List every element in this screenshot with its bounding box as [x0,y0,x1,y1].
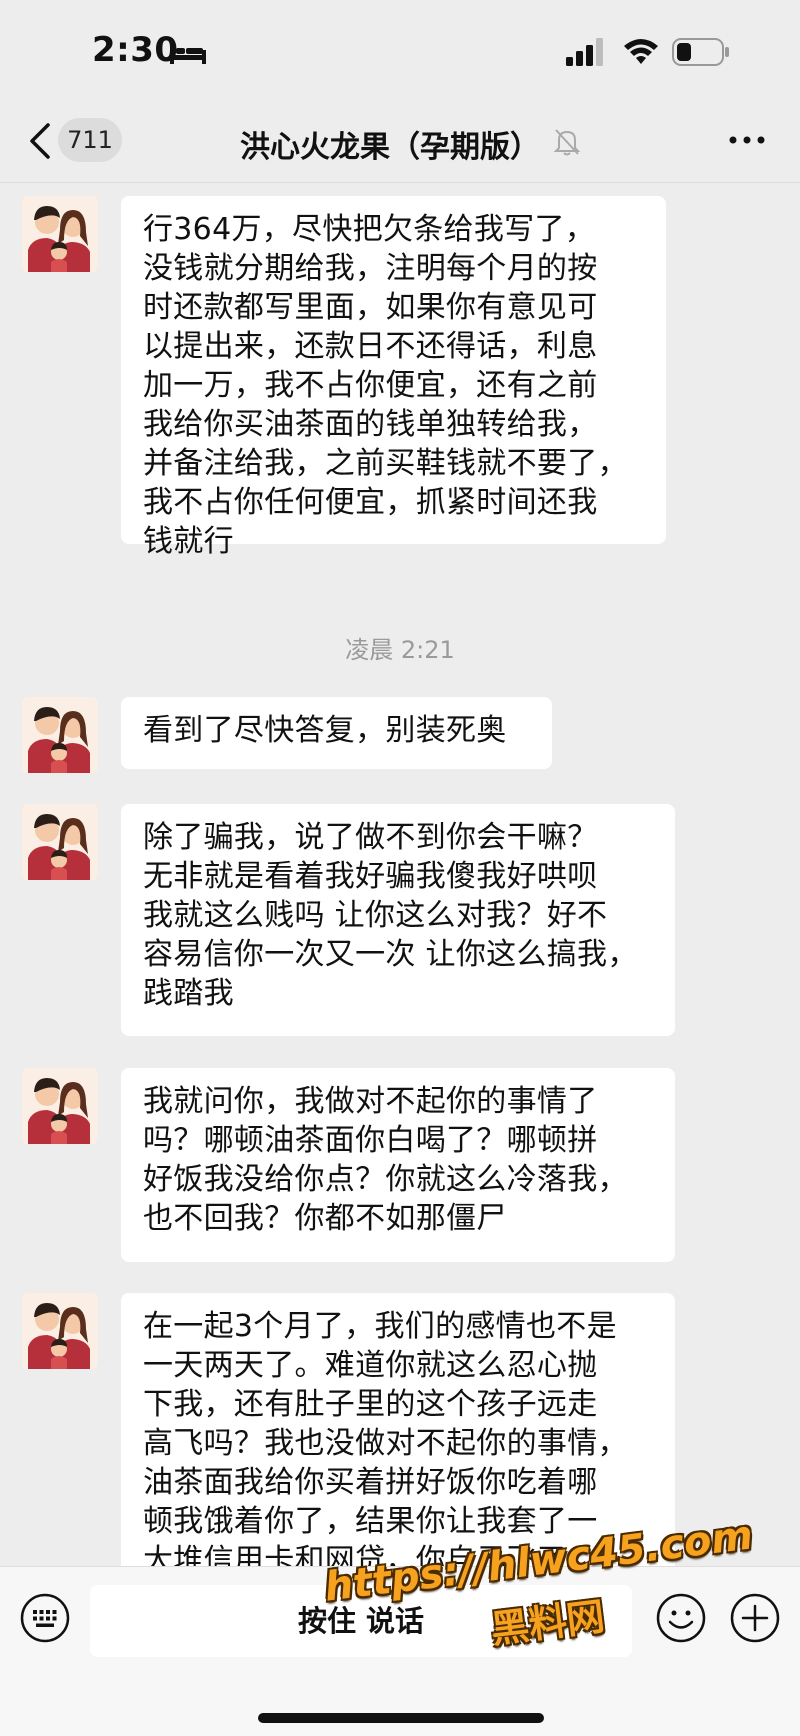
couple-avatar-icon [22,1068,98,1144]
message-text: 我就这么贱吗 让你这么对我？好不 [143,898,608,933]
message-text: 顿我饿着你了，结果你让我套了一 [143,1504,598,1539]
message-text: 没钱就分期给我，注明每个月的按 [143,251,598,286]
message-text: 容易信你一次又一次 让你这么搞我， [143,937,638,972]
chat-header: 711 洪心火龙果（孕期版） [0,100,800,183]
unread-count-badge[interactable]: 711 [58,118,122,162]
message-text: 践踏我 [143,976,234,1011]
message-text: 加一万，我不占你便宜，还有之前 [143,368,598,403]
avatar[interactable] [22,196,98,272]
wifi-icon [624,39,658,64]
message-bubble[interactable]: 在一起3个月了，我们的感情也不是 一天两天了。难道你就这么忍心抛 下我，还有肚子… [121,1293,675,1566]
message-text: 在一起3个月了，我们的感情也不是 [143,1309,617,1344]
couple-avatar-icon [22,697,98,773]
message-text: 钱就行 [143,524,234,559]
message-text: 时还款都写里面，如果你有意见可 [143,290,598,325]
home-indicator[interactable] [258,1713,544,1723]
hold-to-talk-button[interactable]: 按住 说话 [90,1585,632,1657]
message-bubble[interactable]: 行364万，尽快把欠条给我写了， 没钱就分期给我，注明每个月的按 时还款都写里面… [121,196,666,559]
emoji-icon[interactable] [656,1593,706,1643]
more-icon[interactable] [728,130,766,150]
bed-icon [170,44,206,64]
message-bubble[interactable]: 除了骗我，说了做不到你会干嘛？ 无非就是看着我好骗我傻我好哄呗 我就这么贱吗 让… [121,804,675,1036]
status-bar: 2:30 [0,0,800,100]
couple-avatar-icon [22,804,98,880]
message-text: 我给你买油茶面的钱单独转给我， [143,407,598,442]
avatar[interactable] [22,1068,98,1144]
message-text: 吗？哪顿油茶面你白喝了？哪顿拼 [143,1123,598,1158]
input-bar: 按住 说话 [0,1566,800,1736]
message-text: 并备注给我，之前买鞋钱就不要了， [143,446,628,481]
message-text: 无非就是看着我好骗我傻我好哄呗 [143,859,598,894]
signal-icon [566,38,603,66]
chat-title: 洪心火龙果（孕期版） [240,130,540,165]
message-text: 行364万，尽快把欠条给我写了， [143,212,596,247]
message-text: 好饭我没给你点？你就这么冷落我， [143,1162,628,1197]
message-text: 也不回我？你都不如那僵尸 [143,1201,507,1236]
avatar[interactable] [22,1293,98,1369]
avatar[interactable] [22,697,98,773]
couple-avatar-icon [22,196,98,272]
message-bubble[interactable]: 我就问你，我做对不起你的事情了 吗？哪顿油茶面你白喝了？哪顿拼 好饭我没给你点？… [121,1068,675,1262]
message-text: 我不占你任何便宜，抓紧时间还我 [143,485,598,520]
keyboard-icon[interactable] [20,1593,70,1643]
message-text: 下我，还有肚子里的这个孩子远走 [143,1387,598,1422]
mute-bell-icon [554,129,580,156]
message-timestamp: 凌晨 2:21 [345,636,455,664]
message-text: 以提出来，还款日不还得话，利息 [143,329,598,364]
message-text: 高飞吗？我也没做对不起你的事情， [143,1426,628,1461]
message-text: 除了骗我，说了做不到你会干嘛？ [143,820,598,855]
status-time: 2:30 [92,30,179,70]
message-text: 我就问你，我做对不起你的事情了 [143,1084,598,1119]
message-list[interactable]: 行364万，尽快把欠条给我写了， 没钱就分期给我，注明每个月的按 时还款都写里面… [0,182,800,1566]
back-icon[interactable] [28,122,52,160]
couple-avatar-icon [22,1293,98,1369]
avatar[interactable] [22,804,98,880]
message-text: 大堆信用卡和网贷，你自己飞了 [143,1543,568,1566]
message-text: 油茶面我给你买着拼好饭你吃着哪 [143,1465,598,1500]
message-text: 看到了尽快答复，别装死奥 [143,713,507,748]
message-bubble[interactable]: 看到了尽快答复，别装死奥 [121,697,552,769]
battery-icon [672,38,729,66]
add-icon[interactable] [730,1593,780,1643]
message-text: 一天两天了。难道你就这么忍心抛 [143,1348,598,1383]
